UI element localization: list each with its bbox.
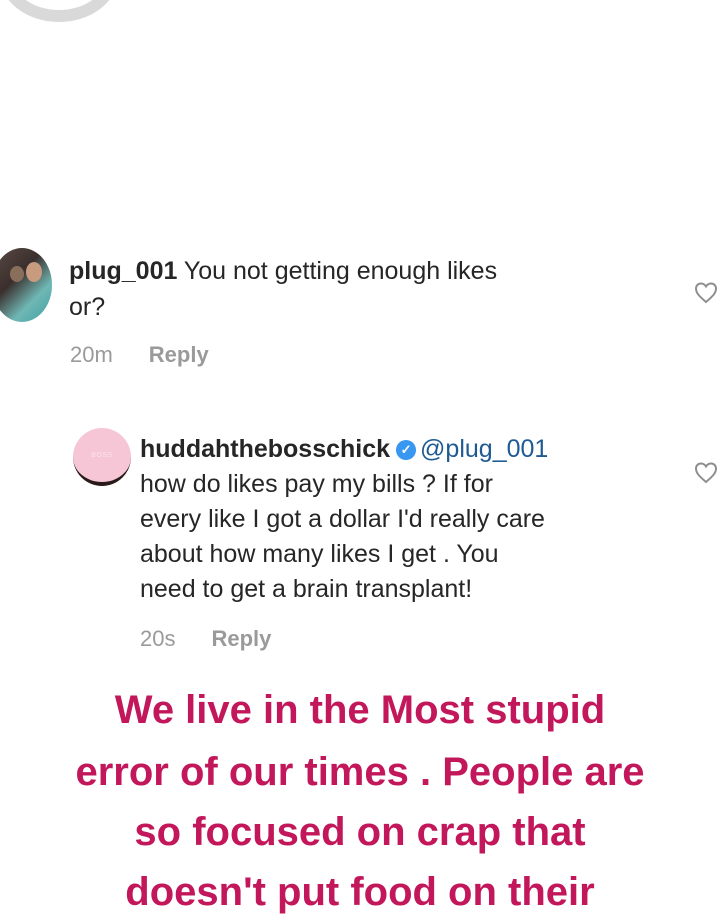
- avatar-huddahthebosschick[interactable]: BOSS: [73, 428, 131, 486]
- reply-button[interactable]: Reply: [211, 626, 271, 651]
- comment-username[interactable]: plug_001: [69, 257, 177, 285]
- comment-body: You not getting enough likes: [177, 257, 498, 285]
- comment-meta: 20s Reply: [140, 628, 271, 650]
- verified-badge-icon: ✓: [396, 440, 417, 460]
- comment-mention[interactable]: @plug_001: [420, 435, 548, 463]
- story-caption-line: so focused on crap that: [134, 810, 586, 854]
- comment-text-line: or?: [69, 293, 106, 321]
- story-caption-line: doesn't put food on their: [125, 870, 595, 914]
- comment-text-line: how do likes pay my bills ? If for: [140, 470, 493, 498]
- story-caption-line: We live in the Most stupid: [114, 688, 606, 732]
- heart-outline-icon[interactable]: [694, 282, 718, 304]
- comment-text-line: every like I got a dollar I'd really car…: [140, 505, 545, 533]
- avatar-logo-text: BOSS: [91, 452, 113, 459]
- reply-button[interactable]: Reply: [149, 342, 209, 367]
- comment-timestamp: 20s: [140, 626, 176, 651]
- comment-text-line: need to get a brain transplant!: [140, 575, 473, 603]
- avatar-face: [26, 262, 42, 282]
- comment-timestamp: 20m: [70, 342, 113, 367]
- avatar-face: [10, 266, 24, 282]
- avatar-fragment: [0, 0, 118, 22]
- comment-meta: 20m Reply: [70, 344, 209, 366]
- avatar-plug-001[interactable]: [0, 248, 52, 322]
- comment-text-line: about how many likes I get . You: [140, 540, 499, 568]
- heart-outline-icon[interactable]: [694, 462, 718, 484]
- comment-username[interactable]: huddahthebosschick: [140, 435, 390, 463]
- story-caption-line: error of our times . People are: [75, 750, 645, 794]
- comment-text-line: huddahthebosschick ✓ @plug_001: [140, 437, 548, 462]
- comment-text-line: plug_001 You not getting enough likes: [69, 259, 497, 284]
